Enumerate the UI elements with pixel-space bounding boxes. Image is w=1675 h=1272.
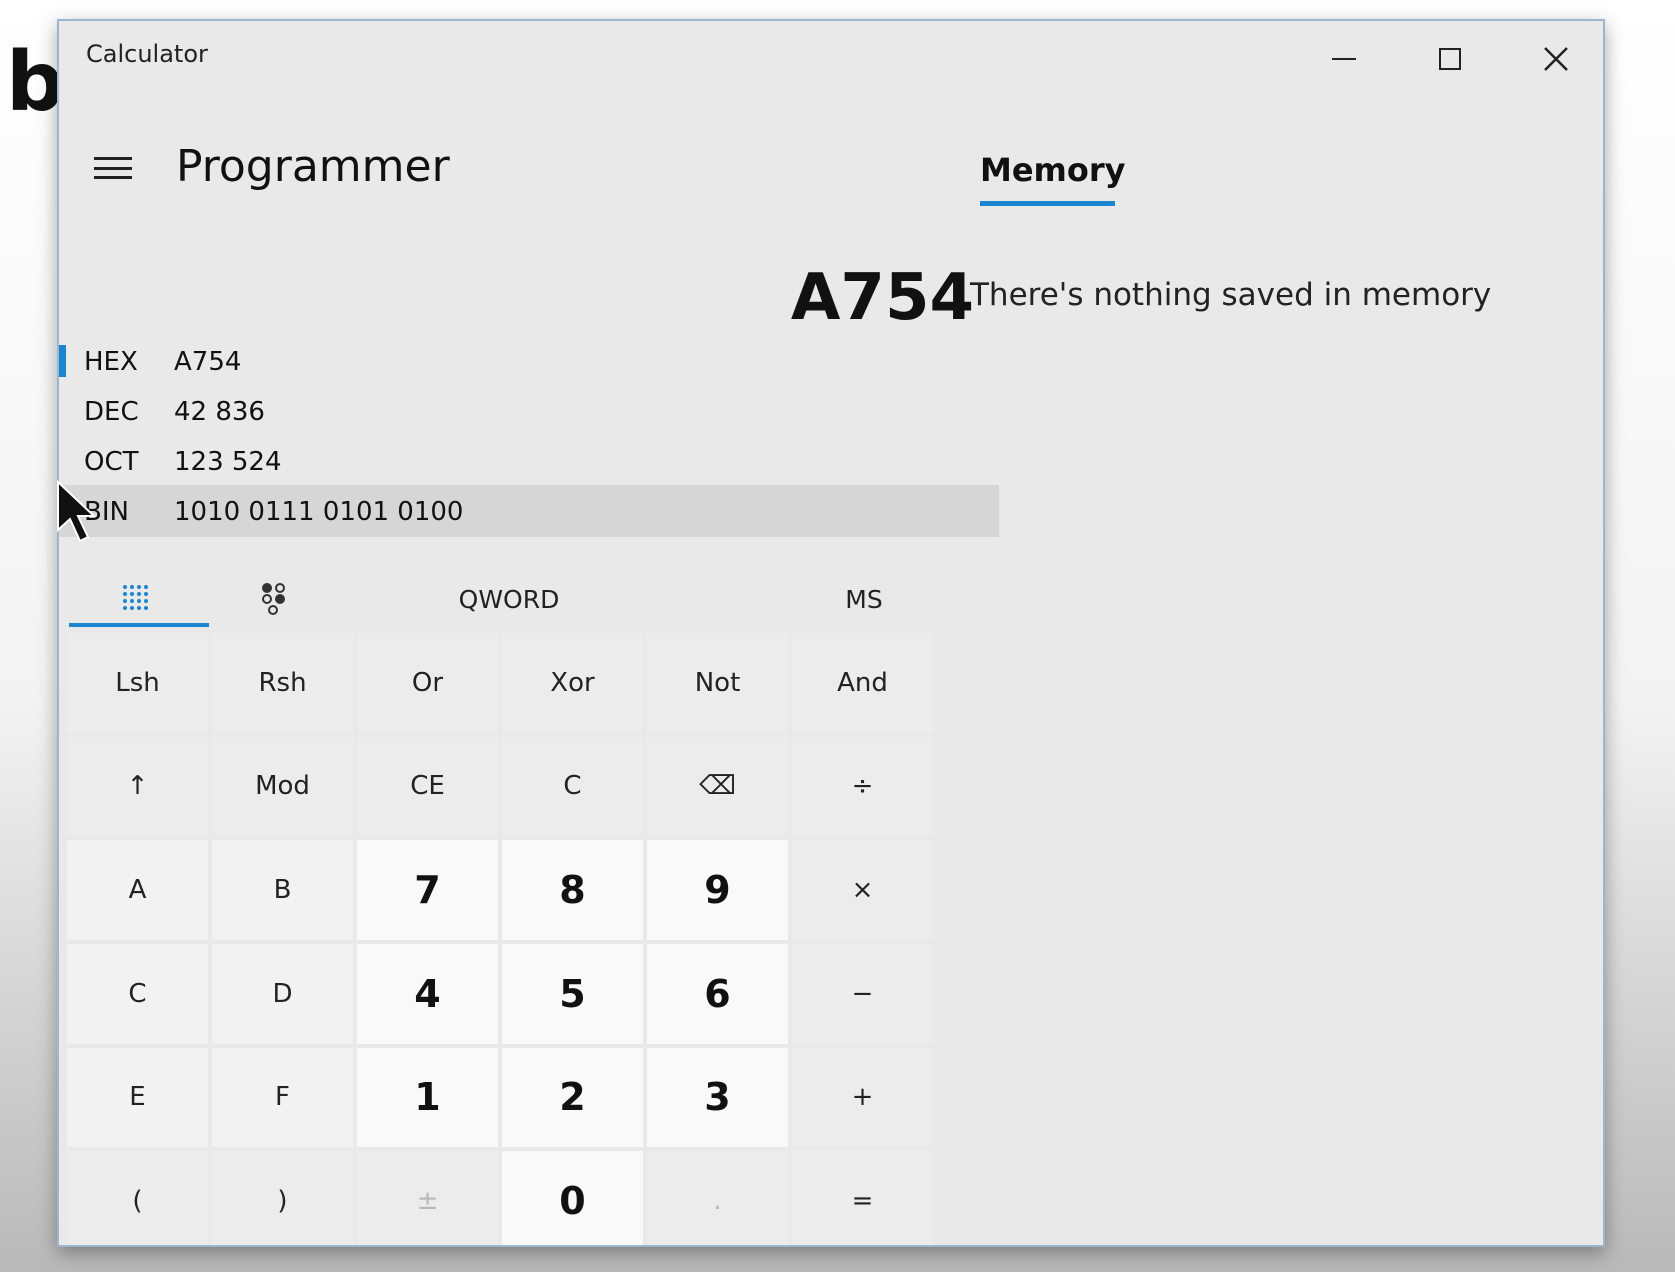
radix-label: OCT (84, 447, 139, 477)
digit-0-button[interactable]: 0 (502, 1151, 643, 1245)
radix-oct-row[interactable]: OCT 123 524 (59, 435, 999, 487)
radix-label: HEX (84, 347, 138, 377)
or-button[interactable]: Or (357, 633, 498, 733)
calculator-window: Calculator Programmer A754 HEX A754 DEC … (57, 19, 1605, 1247)
radix-value: 1010 0111 0101 0100 (174, 497, 464, 527)
selection-marker (59, 345, 66, 377)
radix-dec-row[interactable]: DEC 42 836 (59, 385, 999, 437)
mod-button[interactable]: Mod (212, 736, 353, 837)
menu-button[interactable] (93, 154, 133, 182)
digit-1-button[interactable]: 1 (357, 1047, 498, 1148)
lsh-button[interactable]: Lsh (67, 633, 208, 733)
memory-empty-message: There's nothing saved in memory (970, 277, 1492, 313)
minimize-icon (1332, 58, 1356, 60)
radix-label: DEC (84, 397, 139, 427)
app-title: Calculator (86, 40, 208, 68)
bit-toggling-icon (262, 583, 285, 615)
left-paren-button[interactable]: ( (67, 1151, 208, 1245)
full-keypad-tab[interactable] (65, 569, 205, 629)
radix-hex-row[interactable]: HEX A754 (59, 335, 999, 387)
display-value: A754 (790, 261, 974, 335)
radix-value: 42 836 (174, 397, 265, 427)
digit-4-button[interactable]: 4 (357, 943, 498, 1044)
mode-title: Programmer (176, 141, 450, 192)
plus-button[interactable]: + (792, 1047, 933, 1148)
rsh-button[interactable]: Rsh (212, 633, 353, 733)
memory-tab-underline (980, 201, 1115, 206)
clear-button[interactable]: C (502, 736, 643, 837)
equals-button[interactable]: = (792, 1151, 933, 1245)
digit-8-button[interactable]: 8 (502, 840, 643, 940)
memory-store-button[interactable]: MS (809, 569, 919, 629)
radix-bin-row[interactable]: BIN 1010 0111 0101 0100 (59, 485, 999, 537)
bit-toggling-keypad-tab[interactable] (204, 569, 344, 629)
xor-button[interactable]: Xor (502, 633, 643, 733)
digit-9-button[interactable]: 9 (647, 840, 788, 940)
decimal-button[interactable]: . (647, 1151, 788, 1245)
hex-c-button[interactable]: C (67, 943, 208, 1044)
digit-3-button[interactable]: 3 (647, 1047, 788, 1148)
maximize-icon (1439, 48, 1461, 70)
word-size-button[interactable]: QWORD (399, 569, 619, 629)
hamburger-icon-line (94, 176, 132, 179)
radix-value: 123 524 (174, 447, 282, 477)
maximize-button[interactable] (1398, 21, 1502, 97)
hex-d-button[interactable]: D (212, 943, 353, 1044)
hamburger-icon-line (94, 157, 132, 160)
not-button[interactable]: Not (647, 633, 788, 733)
title-bar[interactable]: Calculator (59, 21, 1603, 97)
divide-button[interactable]: ÷ (792, 736, 933, 837)
active-tab-underline (69, 623, 209, 627)
shift-button[interactable]: ↑ (67, 736, 208, 837)
digit-5-button[interactable]: 5 (502, 943, 643, 1044)
keypad: Lsh Rsh Or Xor Not And ↑ Mod CE C ⌫ ÷ A … (67, 633, 933, 1245)
minus-button[interactable]: − (792, 943, 933, 1044)
hamburger-icon-line (94, 166, 132, 170)
radix-value: A754 (174, 347, 242, 377)
hex-e-button[interactable]: E (67, 1047, 208, 1148)
multiply-button[interactable]: × (792, 840, 933, 940)
right-paren-button[interactable]: ) (212, 1151, 353, 1245)
hex-a-button[interactable]: A (67, 840, 208, 940)
digit-6-button[interactable]: 6 (647, 943, 788, 1044)
background-letter: b (6, 35, 65, 130)
digit-7-button[interactable]: 7 (357, 840, 498, 940)
keypad-icon (123, 585, 148, 610)
backspace-button[interactable]: ⌫ (647, 736, 788, 837)
minimize-button[interactable] (1292, 21, 1396, 97)
and-button[interactable]: And (792, 633, 933, 733)
hex-b-button[interactable]: B (212, 840, 353, 940)
close-icon (1544, 47, 1568, 71)
hex-f-button[interactable]: F (212, 1047, 353, 1148)
mouse-cursor-icon (57, 480, 97, 543)
clear-entry-button[interactable]: CE (357, 736, 498, 837)
digit-2-button[interactable]: 2 (502, 1047, 643, 1148)
negate-button[interactable]: ± (357, 1151, 498, 1245)
memory-tab[interactable]: Memory (980, 151, 1126, 189)
close-button[interactable] (1504, 21, 1603, 97)
